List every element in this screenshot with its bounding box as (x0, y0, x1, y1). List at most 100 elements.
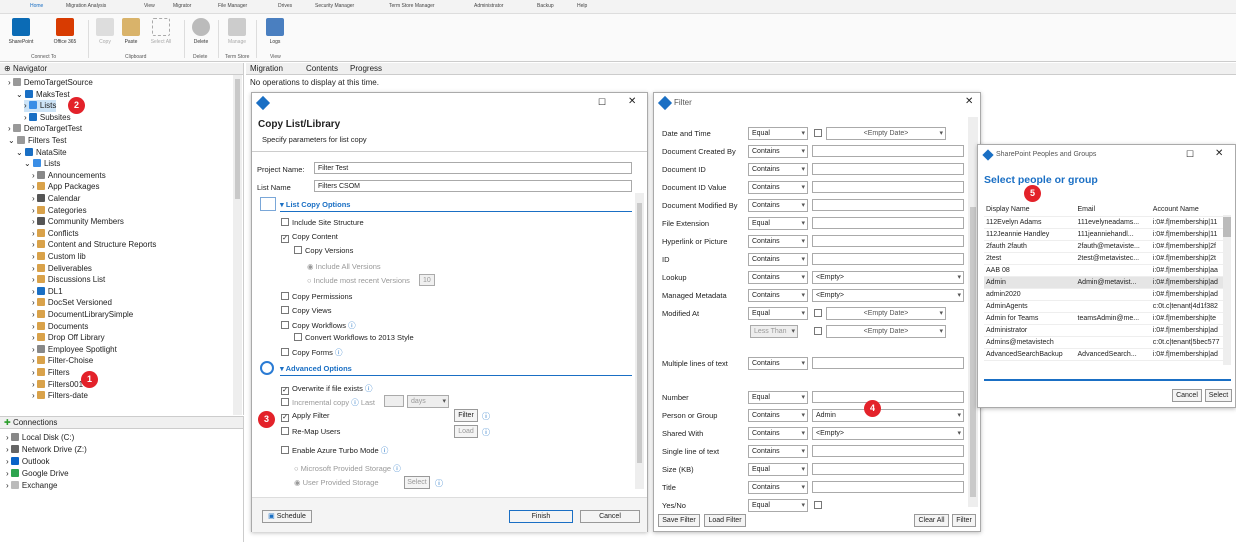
copy-content-checkbox[interactable]: ✓ Copy Content (281, 232, 338, 243)
tree-item[interactable]: › DemoTargetSource (8, 77, 93, 89)
paste-button[interactable]: Paste (118, 18, 144, 45)
people-scrollbar[interactable] (1223, 215, 1231, 365)
value-input[interactable] (812, 445, 964, 457)
user-storage-radio[interactable]: ◉ User Provided Storage (294, 478, 379, 487)
help-icon[interactable]: ⓘ (381, 446, 389, 455)
tree-item[interactable]: ⌄ NataSite (16, 147, 67, 159)
value-input[interactable] (812, 217, 964, 229)
connection-item[interactable]: › Outlook (6, 456, 49, 468)
azure-turbo-checkbox[interactable]: Enable Azure Turbo Mode ⓘ (281, 445, 388, 456)
tab-progress[interactable]: Progress (350, 64, 382, 73)
operator-select[interactable]: Equal (748, 499, 808, 512)
tab-backup[interactable]: Backup (537, 3, 554, 9)
tree-item[interactable]: › Calendar (32, 193, 80, 205)
tree-item[interactable]: › Deliverables (32, 263, 92, 275)
help-icon[interactable]: ⓘ (351, 398, 359, 407)
finish-button[interactable]: Finish (509, 510, 573, 523)
help-icon[interactable]: ⓘ (365, 384, 373, 393)
tab-security-manager[interactable]: Security Manager (315, 3, 354, 9)
table-row[interactable]: 2fauth 2fauth 2fauth@metaviste... i:0#.f|m… (984, 240, 1231, 253)
value-select[interactable]: <Empty> (812, 271, 964, 284)
operator-select[interactable]: Contains (748, 145, 808, 158)
close-icon[interactable]: ✕ (628, 96, 636, 107)
tab-administrator[interactable]: Administrator (474, 3, 503, 9)
convert-workflows-checkbox[interactable]: Convert Workflows to 2013 Style (294, 333, 414, 342)
value-input[interactable] (812, 181, 964, 193)
sharepoint-button[interactable]: SharePoint (8, 18, 34, 45)
table-row[interactable]: AdminAgents c:0t.c|tenant|4d1f382 (984, 300, 1231, 313)
tree-item[interactable]: › Filters-date (32, 390, 88, 402)
operator-select[interactable]: Less Than (750, 325, 798, 338)
value-input[interactable] (812, 481, 964, 493)
value-select[interactable]: <Empty> (812, 289, 964, 302)
tree-item[interactable]: ⌄ MaksTest (16, 89, 70, 101)
apply-filter-checkbox[interactable]: ✓ Apply Filter (281, 411, 330, 422)
operator-select[interactable]: Contains (748, 271, 808, 284)
tree-item[interactable]: ⌄ Lists (24, 158, 60, 170)
enable-checkbox[interactable] (814, 501, 822, 509)
save-filter-button[interactable]: Save Filter (658, 514, 700, 527)
operator-select[interactable]: Contains (748, 357, 808, 370)
tree-item[interactable]: › Lists (24, 100, 57, 113)
table-row[interactable]: 112Jeannie Handley 111jeanniehandl... i:0#… (984, 228, 1231, 241)
operator-select[interactable]: Contains (748, 445, 808, 458)
connection-item[interactable]: › Network Drive (Z:) (6, 444, 87, 456)
value-input[interactable] (812, 163, 964, 175)
manage-button[interactable]: Manage (224, 18, 250, 45)
value-input[interactable] (812, 463, 964, 475)
clear-all-button[interactable]: Clear All (914, 514, 949, 527)
help-icon[interactable]: ⓘ (482, 411, 490, 422)
help-icon[interactable]: ⓘ (335, 348, 343, 357)
tree-item[interactable]: › Community Members (32, 216, 124, 228)
project-name-input[interactable]: Filter Test (314, 162, 632, 174)
tree-item[interactable]: › Employee Spotlight (32, 344, 117, 356)
navigator-scrollbar[interactable] (233, 75, 242, 415)
table-row[interactable]: Admin for Teams teamsAdmin@me... i:0#.f|me… (984, 312, 1231, 325)
table-row[interactable]: 2test 2test@metavistec... i:0#.f|membershi… (984, 252, 1231, 265)
chevron-icon[interactable]: ⌄ (8, 136, 17, 145)
list-name-input[interactable]: Filters CSOM (314, 180, 632, 192)
tree-item[interactable]: › Filters (32, 367, 70, 379)
tree-item[interactable]: › Filters001 (32, 379, 83, 391)
tree-item[interactable]: › Categories (32, 205, 87, 217)
overwrite-checkbox[interactable]: ✓ Overwrite if file exists ⓘ (281, 383, 372, 395)
incremental-copy-checkbox[interactable]: Incremental copy ⓘ Last (281, 397, 375, 408)
help-icon[interactable]: ⓘ (393, 464, 401, 473)
connection-item[interactable]: › Local Disk (C:) (6, 432, 74, 444)
incremental-days-input[interactable] (384, 395, 404, 407)
tab-help[interactable]: Help (577, 3, 587, 9)
tree-item[interactable]: › DocumentLibrarySimple (32, 309, 133, 321)
column-header[interactable]: Account Name (1150, 204, 1231, 217)
table-row[interactable]: admin2020 i:0#.f|membership|ad (984, 288, 1231, 301)
load-button[interactable]: Load (454, 425, 478, 438)
tab-term-store-manager[interactable]: Term Store Manager (389, 3, 435, 9)
include-site-structure-checkbox[interactable]: Include Site Structure (281, 218, 364, 227)
list-copy-options-header[interactable]: ▾ List Copy Options (280, 200, 350, 209)
copy-permissions-checkbox[interactable]: Copy Permissions (281, 292, 352, 301)
operator-select[interactable]: Equal (748, 217, 808, 230)
value-input[interactable] (812, 357, 964, 369)
value-select[interactable]: <Empty> (812, 427, 964, 440)
date-picker[interactable]: <Empty Date> (826, 307, 946, 320)
tree-item[interactable]: › Subsites (24, 112, 71, 124)
microsoft-storage-radio[interactable]: ○ Microsoft Provided Storage ⓘ (294, 463, 401, 474)
date-picker[interactable]: <Empty Date> (826, 325, 946, 338)
copy-button[interactable]: Copy (92, 18, 118, 45)
chevron-icon[interactable]: ⌄ (24, 159, 33, 168)
connection-item[interactable]: › Google Drive (6, 468, 69, 480)
tab-migration[interactable]: Migration (250, 64, 283, 73)
chevron-icon[interactable]: ⌄ (16, 90, 25, 99)
load-filter-button[interactable]: Load Filter (704, 514, 746, 527)
copy-workflows-checkbox[interactable]: Copy Workflows ⓘ (281, 320, 356, 331)
connection-item[interactable]: › Exchange (6, 480, 57, 492)
operator-select[interactable]: Equal (748, 463, 808, 476)
help-icon[interactable]: ⓘ (482, 427, 490, 438)
advanced-options-header[interactable]: ▾ Advanced Options (280, 364, 352, 373)
operator-select[interactable]: Equal (748, 127, 808, 140)
tab-home[interactable]: Home (30, 3, 43, 9)
tab-migration-analysis[interactable]: Migration Analysis (66, 3, 106, 9)
column-header[interactable]: Display Name (984, 204, 1076, 217)
tree-item[interactable]: › Announcements (32, 170, 106, 182)
tree-item[interactable]: › DemoTargetTest (8, 123, 82, 135)
value-input[interactable] (812, 253, 964, 265)
